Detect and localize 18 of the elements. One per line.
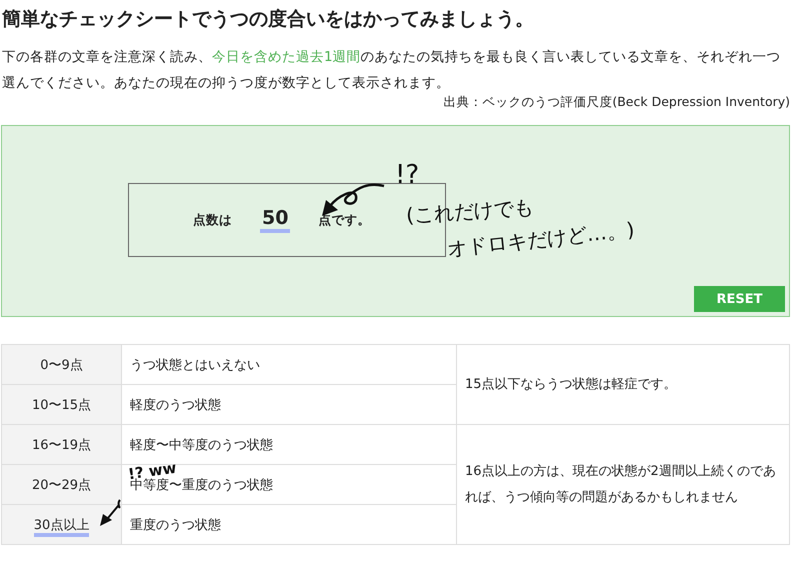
score-label: 点数は <box>193 212 232 228</box>
page-title: 簡単なチェックシートでうつの度合いをはかってみましょう。 <box>0 7 535 32</box>
intro-paragraph: 下の各群の文章を注意深く読み、今日を含めた過去1週間のあなたの気持ちを最も良く言い表している文章を、それぞれ一つ選んでください。あなたの現在の抑うつ度が数字として表示されます。 <box>2 48 782 93</box>
reset-button[interactable]: RESET <box>694 286 785 312</box>
score-range-cell: 20〜29点 <box>2 464 122 504</box>
handwritten-note: (これだけでも <box>405 194 535 230</box>
note-cell: 15点以下ならうつ状態は軽症です。 <box>456 344 790 424</box>
score-range-cell: 0〜9点 <box>2 344 122 384</box>
source-citation: 出典：ベックのうつ評価尺度(Beck Depression Inventory) <box>442 94 791 111</box>
note-cell: 16点以上の方は、現在の状態が2週間以上続くのであれば、うつ傾向等の問題があるかもしれません <box>456 424 790 544</box>
score-range-cell: 16〜19点 <box>2 424 122 464</box>
state-cell: うつ状態とはいえない <box>122 344 456 384</box>
score-unit: 点です。 <box>318 212 370 228</box>
score-value: 50 <box>260 207 290 233</box>
score-range-cell: 30点以上 <box>2 504 122 544</box>
state-cell: 軽度〜中等度のうつ状態 <box>122 424 456 464</box>
handwritten-note: !? <box>395 160 420 190</box>
score-range-cell: 10〜15点 <box>2 384 122 424</box>
